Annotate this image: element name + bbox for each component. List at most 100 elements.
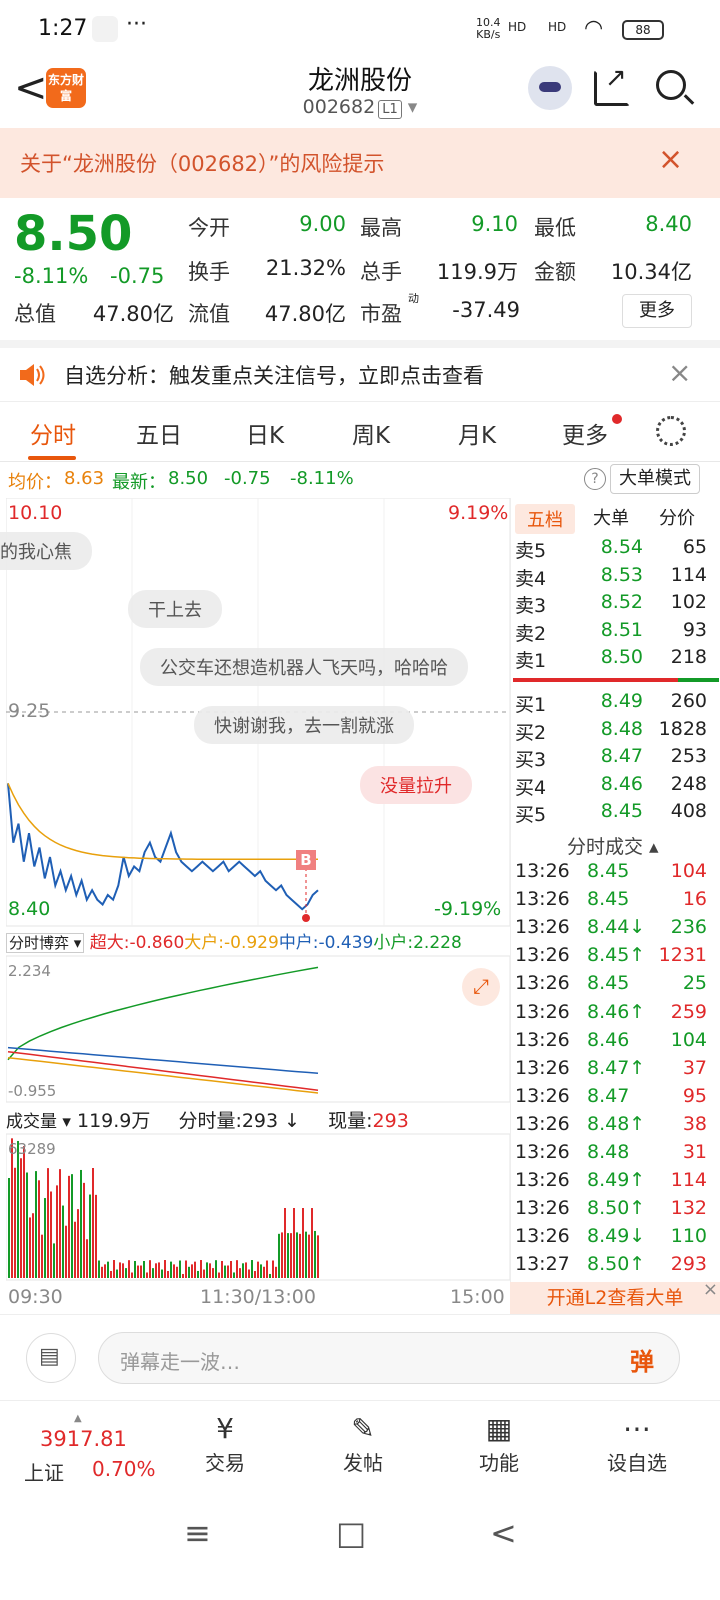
medium-flow xyxy=(7,1046,319,1075)
intraday-chart[interactable]: 10.10 9.19% 9.25 8.40 -9.19% 的我心焦 干上去 公交… xyxy=(0,498,510,1314)
fund-flow-legend: 分时博弈 ▾ 超大:-0.860大户:-0.929中户:-0.439小户:2.2… xyxy=(6,928,510,956)
volume-bar xyxy=(248,1269,250,1278)
index-percent[interactable]: 0.70% xyxy=(92,1457,156,1481)
home-icon[interactable]: □ xyxy=(336,1514,366,1552)
latest-label: 最新： xyxy=(112,472,166,493)
danmaku-settings-icon[interactable]: ▤ xyxy=(26,1333,76,1383)
share-icon[interactable] xyxy=(594,63,630,106)
ask-row[interactable]: 卖4 8.53 114 xyxy=(511,564,720,591)
open-l2-text[interactable]: 开通L2查看大单 xyxy=(547,1287,684,1309)
ai-assistant-icon[interactable] xyxy=(528,66,572,110)
bid-row[interactable]: 买3 8.47 253 xyxy=(511,745,720,772)
edit-icon[interactable]: ✎ xyxy=(318,1411,408,1447)
big-order-mode-button[interactable]: 大单模式 xyxy=(610,464,700,494)
more-notifications-icon: ··· xyxy=(126,12,147,37)
quote-field-label: 总手 xyxy=(360,260,402,284)
close-icon[interactable]: × xyxy=(658,142,683,177)
bid-row[interactable]: 买2 8.48 1828 xyxy=(511,718,720,745)
tick-row: 13:26 8.46↑ 259 xyxy=(511,1001,720,1028)
danmaku-placeholder[interactable]: 弹幕走一波… xyxy=(120,1346,240,1375)
volume-selector[interactable]: 成交量 ▾ xyxy=(6,1112,71,1132)
volume-bar xyxy=(245,1262,247,1278)
expand-icon[interactable]: ⤢ xyxy=(462,968,500,1006)
ask-row[interactable]: 卖5 8.54 65 xyxy=(511,536,720,563)
stock-header: < 东方财富 龙洲股份 002682 L1 ▾ xyxy=(0,60,720,128)
nav-label[interactable]: 交易 xyxy=(180,1447,270,1476)
tab-1[interactable]: 五日 xyxy=(114,416,204,450)
ask-row[interactable]: 卖3 8.52 102 xyxy=(511,591,720,618)
tick-time: 13:26 xyxy=(515,1056,570,1079)
bid-row[interactable]: 买5 8.45 408 xyxy=(511,800,720,827)
volume-bar xyxy=(275,1266,277,1278)
fund-flow-selector[interactable]: 分时博弈 ▾ xyxy=(6,933,85,953)
risk-warning-banner[interactable]: 关于“龙洲股份（002682）”的风险提示 × xyxy=(0,128,720,198)
book-tab-0[interactable]: 五档 xyxy=(515,504,575,534)
tick-list-title[interactable]: 分时成交 ▴ xyxy=(567,832,659,859)
volume-bar xyxy=(188,1266,190,1278)
quote-field-label: 市盈 xyxy=(360,302,402,326)
back-nav-icon[interactable]: < xyxy=(490,1514,517,1552)
flow-value: -0.860 xyxy=(129,933,185,953)
close-icon[interactable]: × xyxy=(668,356,691,389)
menu-icon[interactable]: ≡ xyxy=(184,1514,211,1552)
danmaku-bar: ▤ 弹幕走一波… 弹 xyxy=(0,1314,720,1400)
nav-2[interactable]: ▦ 功能 xyxy=(454,1411,544,1476)
volume-bar xyxy=(176,1266,178,1278)
volume-bar xyxy=(218,1272,220,1278)
status-bar: 1:27 ··· 10.4 KB/s HD HD ◠ 88 xyxy=(0,0,720,60)
nav-label[interactable]: 设自选 xyxy=(592,1447,682,1476)
buy-marker[interactable]: B xyxy=(296,850,316,870)
avg-price-line xyxy=(7,782,318,861)
tab-4[interactable]: 月K xyxy=(432,416,522,450)
marker-dot xyxy=(302,914,310,922)
bid-row[interactable]: 买1 8.49 260 xyxy=(511,690,720,717)
notice-text[interactable]: 自选分析：触发重点关注信号，立即点击查看 xyxy=(64,360,484,390)
volume-bar xyxy=(8,1178,10,1278)
nav-label[interactable]: 发帖 xyxy=(318,1447,408,1476)
nav-label[interactable]: 功能 xyxy=(454,1447,544,1476)
tick-price: 8.50↑ xyxy=(587,1253,646,1276)
watchlist-notice[interactable]: 自选分析：触发重点关注信号，立即点击查看 × xyxy=(0,340,720,402)
quote-field-value: 47.80亿 xyxy=(264,302,346,326)
gear-icon[interactable] xyxy=(656,416,686,446)
index-value[interactable]: 3917.81 xyxy=(40,1427,127,1451)
ask-row[interactable]: 卖1 8.50 218 xyxy=(511,646,720,673)
close-icon[interactable]: × xyxy=(703,1274,718,1306)
quote-panel: 8.50 -8.11% -0.75 今开 9.00 最高 9.10 最低 8.40 换手 21… xyxy=(0,198,720,340)
danmaku-send-icon[interactable]: 弹 xyxy=(630,1342,654,1377)
risk-warning-text[interactable]: 关于“龙洲股份（002682）”的风险提示 xyxy=(20,148,384,178)
volume-bar xyxy=(29,1217,31,1278)
quote-field-value: 9.10 xyxy=(471,212,518,236)
volume-bar xyxy=(41,1234,43,1278)
tab-3[interactable]: 周K xyxy=(326,416,416,450)
search-icon[interactable] xyxy=(656,70,686,100)
nav-0[interactable]: ¥ 交易 xyxy=(180,1411,270,1476)
nav-1[interactable]: ✎ 发帖 xyxy=(318,1411,408,1476)
latest-percent: -8.11% xyxy=(290,468,354,489)
ask-row[interactable]: 卖2 8.51 93 xyxy=(511,619,720,646)
index-name[interactable]: 上证 xyxy=(24,1457,64,1486)
stock-code: 002682 xyxy=(302,96,376,118)
grid-icon[interactable]: ▦ xyxy=(454,1411,544,1447)
tick-volume: 37 xyxy=(682,1056,707,1079)
nav-3[interactable]: ⋯ 设自选 xyxy=(592,1411,682,1476)
volume-bar xyxy=(272,1260,274,1278)
tick-row: 13:26 8.49↑ 114 xyxy=(511,1169,720,1196)
yen-icon[interactable]: ¥ xyxy=(180,1411,270,1447)
book-tab-1[interactable]: 大单 xyxy=(581,504,641,530)
flow-value: -0.439 xyxy=(318,933,374,953)
more-button[interactable]: 更多 xyxy=(622,294,692,328)
tab-2[interactable]: 日K xyxy=(220,416,310,450)
y-axis-high: 10.10 xyxy=(8,502,63,524)
battery-icon: 88 xyxy=(622,20,664,40)
bid-price: 8.48 xyxy=(600,717,643,740)
help-icon[interactable]: ? xyxy=(584,468,606,490)
volume-bar xyxy=(206,1262,208,1278)
open-l2-banner[interactable]: 开通L2查看大单 × xyxy=(510,1279,720,1314)
quote-field-label: 换手 xyxy=(188,260,230,284)
tab-0[interactable]: 分时 xyxy=(8,416,98,450)
more-icon[interactable]: ⋯ xyxy=(592,1411,682,1447)
bid-row[interactable]: 买4 8.46 248 xyxy=(511,773,720,800)
book-tab-2[interactable]: 分价 xyxy=(647,504,707,530)
volume-bar xyxy=(26,1172,28,1278)
